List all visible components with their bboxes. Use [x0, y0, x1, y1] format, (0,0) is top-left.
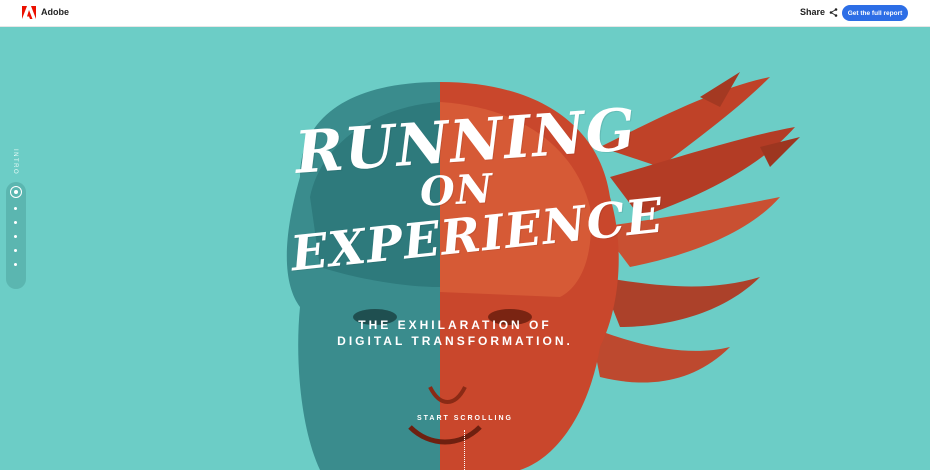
share-icon [829, 7, 838, 17]
hero-section: INTRO RUNNING ON EXPERIENCE THE EXHILARA… [0, 27, 930, 470]
share-button[interactable]: Share [800, 7, 838, 17]
nav-dot-6[interactable] [14, 263, 17, 266]
adobe-logo-icon[interactable] [22, 6, 36, 19]
hero-subtitle: THE EXHILARATION OF DIGITAL TRANSFORMATI… [300, 317, 610, 349]
brand-name[interactable]: Adobe [41, 7, 69, 17]
hero-title: RUNNING ON EXPERIENCE [288, 95, 666, 317]
scroll-indicator [464, 430, 466, 470]
nav-dot-4[interactable] [14, 235, 17, 238]
get-full-report-button[interactable]: Get the full report [842, 5, 908, 21]
start-scrolling-label[interactable]: START SCROLLING [395, 415, 535, 422]
share-label: Share [800, 7, 826, 17]
nav-dot-2[interactable] [14, 207, 17, 210]
nav-dot-3[interactable] [14, 221, 17, 224]
nav-dot-intro[interactable] [10, 186, 22, 198]
top-bar: Adobe Share Get the full report [0, 0, 930, 27]
subtitle-line-2: DIGITAL TRANSFORMATION. [337, 334, 573, 348]
section-nav [6, 182, 26, 289]
subtitle-line-1: THE EXHILARATION OF [358, 318, 552, 332]
nav-dot-5[interactable] [14, 249, 17, 252]
